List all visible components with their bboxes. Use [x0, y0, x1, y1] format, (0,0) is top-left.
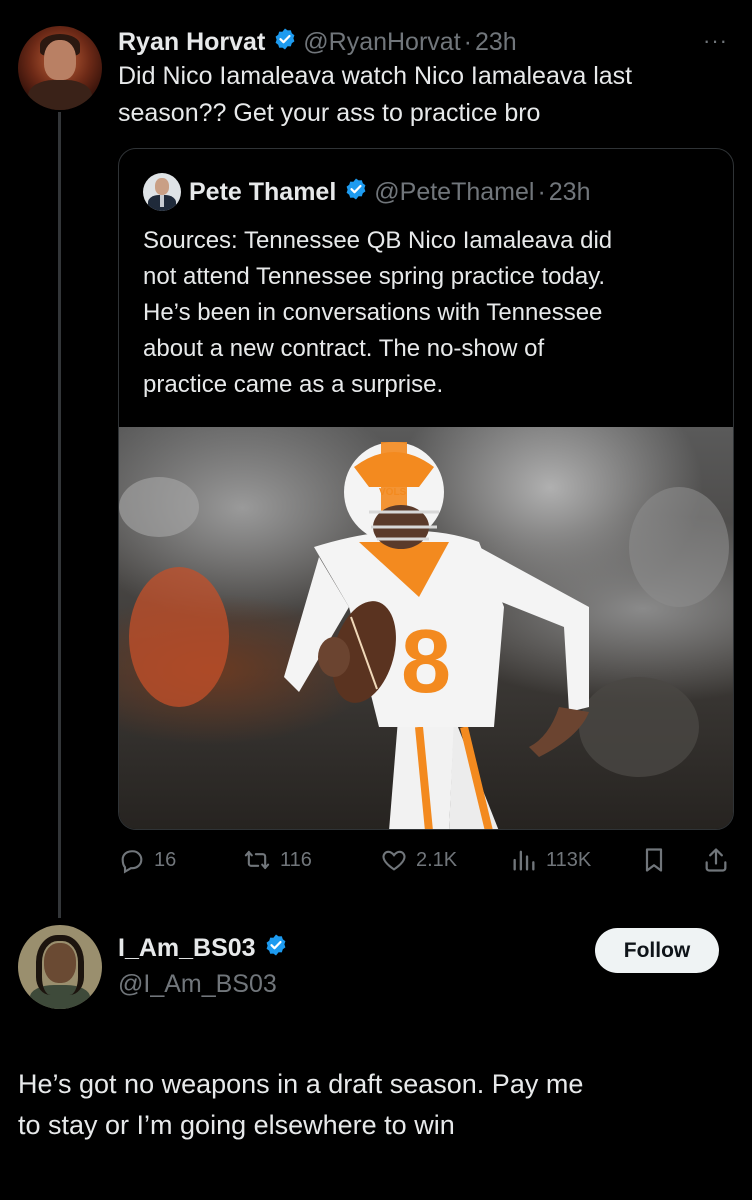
reply-count: 16: [154, 848, 177, 871]
quoted-header: Pete Thamel @PeteThamel · 23h: [189, 174, 591, 210]
tweet-text-line: season?? Get your ass to practice bro: [118, 99, 541, 127]
heart-icon: [382, 850, 406, 871]
action-bar: 16 116 2.1K 113K: [118, 840, 734, 880]
more-options-icon[interactable]: ···: [703, 28, 728, 54]
separator: ·: [463, 27, 472, 56]
quoted-avatar: [143, 173, 181, 211]
reply-author-handle[interactable]: @I_Am_BS03: [118, 970, 277, 999]
reply-avatar[interactable]: [18, 925, 102, 1009]
verified-badge-icon: [264, 933, 288, 964]
quoted-text-line: practice came as a surprise.: [143, 371, 444, 398]
avatar[interactable]: [18, 26, 102, 110]
thread-line: [58, 112, 61, 918]
quoted-text-line: not attend Tennessee spring practice tod…: [143, 263, 606, 290]
quoted-text-line: He’s been in conversations with Tennesse…: [143, 299, 603, 326]
quoted-tweet-text: Sources: Tennessee QB Nico Iamaleava did…: [143, 223, 612, 403]
quoted-author-handle: @PeteThamel: [374, 177, 535, 206]
reply-button[interactable]: 16: [118, 840, 176, 880]
football-player-image: 8 VOLS: [119, 442, 729, 829]
reply-icon: [121, 850, 143, 874]
follow-button[interactable]: Follow: [595, 928, 719, 973]
reply-header: I_Am_BS03: [118, 930, 294, 966]
views-button[interactable]: 113K: [510, 840, 591, 880]
quoted-tweet-card[interactable]: Pete Thamel @PeteThamel · 23h Sources: T…: [118, 148, 734, 830]
quoted-text-line: Sources: Tennessee QB Nico Iamaleava did: [143, 227, 613, 254]
separator: ·: [537, 177, 546, 206]
reply-text-line: to stay or I’m going elsewhere to win: [18, 1110, 455, 1140]
author-handle[interactable]: @RyanHorvat: [303, 28, 460, 57]
tweet-text: Did Nico Iamaleava watch Nico Iamaleava …: [118, 58, 632, 132]
tweet-photo[interactable]: 8 VOLS: [119, 427, 733, 829]
share-icon: [705, 848, 727, 872]
repost-count: 116: [280, 848, 312, 871]
verified-badge-icon: [273, 27, 297, 58]
author-name[interactable]: Ryan Horvat: [118, 28, 265, 57]
views-chart-icon: [513, 850, 535, 871]
bookmark-icon: [645, 848, 663, 872]
timestamp[interactable]: 23h: [475, 28, 517, 57]
like-button[interactable]: 2.1K: [380, 840, 457, 880]
reply-text-line: He’s got no weapons in a draft season. P…: [18, 1069, 584, 1099]
like-count: 2.1K: [416, 848, 458, 871]
repost-button[interactable]: 116: [242, 840, 312, 880]
reply-text: He’s got no weapons in a draft season. P…: [18, 1064, 583, 1146]
quoted-timestamp: 23h: [548, 177, 591, 206]
tweet-text-line: Did Nico Iamaleava watch Nico Iamaleava …: [118, 62, 633, 90]
quoted-author-name: Pete Thamel: [189, 177, 337, 206]
quoted-text-line: about a new contract. The no-show of: [143, 335, 545, 362]
reply-author-name[interactable]: I_Am_BS03: [118, 934, 256, 963]
main-tweet-header: Ryan Horvat @RyanHorvat · 23h: [118, 24, 517, 60]
view-count: 113K: [546, 848, 592, 871]
jersey-number: 8: [401, 612, 451, 712]
helmet-logo-text: VOLS: [379, 487, 407, 498]
bookmark-button[interactable]: [640, 840, 676, 880]
verified-badge-icon: [344, 177, 368, 208]
share-button[interactable]: [702, 840, 738, 880]
repost-icon: [244, 850, 270, 870]
